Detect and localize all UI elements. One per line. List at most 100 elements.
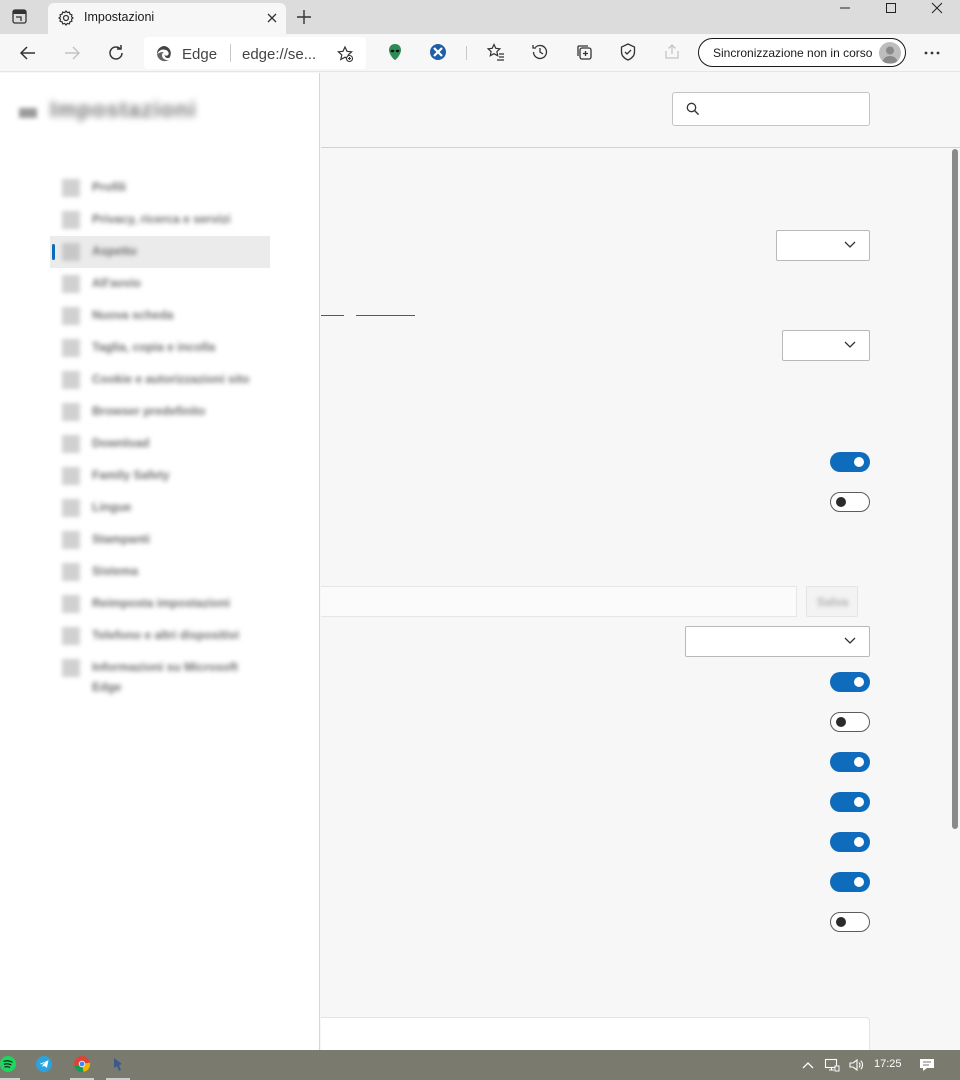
- reset-icon: [62, 595, 80, 613]
- nav-item-languages[interactable]: Lingue: [50, 492, 270, 524]
- setting-toggle-7[interactable]: [830, 832, 870, 852]
- more-options-icon[interactable]: [922, 43, 942, 63]
- extension-blue-icon[interactable]: [428, 42, 448, 62]
- nav-item-label: Profili: [92, 180, 127, 194]
- extension-alien-icon[interactable]: [385, 42, 405, 62]
- palette-icon: [62, 243, 80, 261]
- nav-item-label: Aspetto: [92, 244, 137, 258]
- nav-item-default-browser[interactable]: Browser predefinito: [50, 396, 270, 428]
- network-icon[interactable]: [824, 1057, 840, 1073]
- nav-item-label: Lingue: [92, 500, 132, 514]
- browser-essentials-icon[interactable]: [618, 42, 638, 62]
- nav-item-label: Privacy, ricerca e servizi: [92, 212, 231, 226]
- nav-item-about[interactable]: Informazioni su Microsoft Edge: [50, 652, 270, 698]
- history-icon[interactable]: [530, 42, 550, 62]
- taskbar-clock[interactable]: 17:25: [874, 1058, 902, 1070]
- refresh-button[interactable]: [105, 42, 127, 64]
- nav-item-cookies[interactable]: Cookie e autorizzazioni sito: [50, 364, 270, 396]
- back-button[interactable]: [17, 42, 39, 64]
- setting-toggle-5[interactable]: [830, 752, 870, 772]
- link-underline-1[interactable]: [321, 315, 344, 316]
- tab-actions-icon[interactable]: [10, 7, 30, 27]
- link-underline-2[interactable]: [356, 315, 415, 316]
- setting-toggle-4[interactable]: [830, 712, 870, 732]
- toggle-knob: [854, 797, 864, 807]
- telegram-icon[interactable]: [30, 1050, 58, 1080]
- nav-item-privacy[interactable]: Privacy, ricerca e servizi: [50, 204, 270, 236]
- sync-status-button[interactable]: Sincronizzazione non in corso: [698, 38, 906, 67]
- nav-item-system[interactable]: Sistema: [50, 556, 270, 588]
- hamburger-menu-icon[interactable]: [19, 105, 37, 118]
- chevron-up-icon[interactable]: [800, 1057, 816, 1073]
- nav-item-printers[interactable]: Stampanti: [50, 524, 270, 556]
- add-favorite-icon[interactable]: [336, 45, 354, 63]
- profile-icon: [62, 179, 80, 197]
- settings-sidebar: Impostazioni Profili Privacy, ricerca e …: [0, 73, 320, 1050]
- nav-item-label: Sistema: [92, 564, 139, 578]
- setting-toggle-9[interactable]: [830, 912, 870, 932]
- setting-toggle-2[interactable]: [830, 492, 870, 512]
- language-icon: [62, 499, 80, 517]
- notifications-icon[interactable]: [918, 1057, 936, 1073]
- zoom-dropdown[interactable]: [782, 330, 870, 361]
- gear-icon: [57, 9, 75, 27]
- toggle-knob: [836, 497, 846, 507]
- search-input[interactable]: [709, 99, 859, 119]
- minimize-button[interactable]: [822, 0, 868, 16]
- setting-toggle-8[interactable]: [830, 872, 870, 892]
- nav-item-devices[interactable]: Telefono e altri dispositivi: [50, 620, 270, 652]
- new-tab-button[interactable]: [294, 7, 314, 27]
- address-bar[interactable]: Edge edge://se...: [144, 37, 366, 69]
- spotify-icon[interactable]: [0, 1050, 22, 1080]
- nav-item-label: Nuova scheda: [92, 308, 174, 322]
- chevron-down-icon: [844, 637, 856, 644]
- chevron-down-icon: [844, 241, 856, 248]
- settings-search[interactable]: [672, 92, 870, 126]
- nav-item-startup[interactable]: All'avvio: [50, 268, 270, 300]
- nav-item-appearance[interactable]: Aspetto: [50, 236, 270, 268]
- nav-item-label-second-line: Edge: [92, 680, 122, 694]
- forward-button[interactable]: [61, 42, 83, 64]
- toolbar-dropdown[interactable]: [685, 626, 870, 657]
- chrome-icon[interactable]: [68, 1050, 96, 1080]
- download-icon: [62, 435, 80, 453]
- phone-icon: [62, 627, 80, 645]
- close-tab-icon[interactable]: [264, 10, 280, 26]
- collections-icon[interactable]: [574, 42, 594, 62]
- family-icon: [62, 467, 80, 485]
- app-icon[interactable]: [104, 1050, 132, 1080]
- volume-icon[interactable]: [848, 1057, 864, 1073]
- nav-item-profiles[interactable]: Profili: [50, 172, 270, 204]
- nav-item-family[interactable]: Family Safety: [50, 460, 270, 492]
- save-button[interactable]: Salva: [806, 586, 858, 617]
- address-url[interactable]: edge://se...: [242, 46, 316, 63]
- header-divider: [321, 147, 960, 148]
- home-url-input[interactable]: [321, 586, 797, 617]
- maximize-button[interactable]: [868, 0, 914, 16]
- browser-icon: [62, 403, 80, 421]
- nav-item-label: Informazioni su Microsoft: [92, 660, 239, 674]
- share-icon[interactable]: [662, 42, 682, 62]
- tab-settings[interactable]: Impostazioni: [48, 3, 286, 34]
- browser-toolbar: Edge edge://se... Sincronizzazione non i…: [0, 34, 960, 72]
- system-icon: [62, 563, 80, 581]
- nav-item-clipboard[interactable]: Taglia, copia e incolla: [50, 332, 270, 364]
- nav-item-new-tab[interactable]: Nuova scheda: [50, 300, 270, 332]
- close-window-button[interactable]: [914, 0, 960, 16]
- nav-item-reset[interactable]: Reimposta impostazioni: [50, 588, 270, 620]
- windows-taskbar: 17:25: [0, 1050, 960, 1080]
- nav-item-label: All'avvio: [92, 276, 141, 290]
- chevron-down-icon: [844, 341, 856, 348]
- nav-item-label: Stampanti: [92, 532, 151, 546]
- setting-toggle-1[interactable]: [830, 452, 870, 472]
- nav-item-downloads[interactable]: Download: [50, 428, 270, 460]
- edge-about-icon: [62, 659, 80, 677]
- new-tab-page-icon: [62, 307, 80, 325]
- favorites-icon[interactable]: [486, 42, 506, 62]
- setting-toggle-6[interactable]: [830, 792, 870, 812]
- setting-toggle-3[interactable]: [830, 672, 870, 692]
- theme-dropdown[interactable]: [776, 230, 870, 261]
- lock-icon: [62, 211, 80, 229]
- scrollbar[interactable]: [952, 149, 958, 829]
- toggle-knob: [854, 757, 864, 767]
